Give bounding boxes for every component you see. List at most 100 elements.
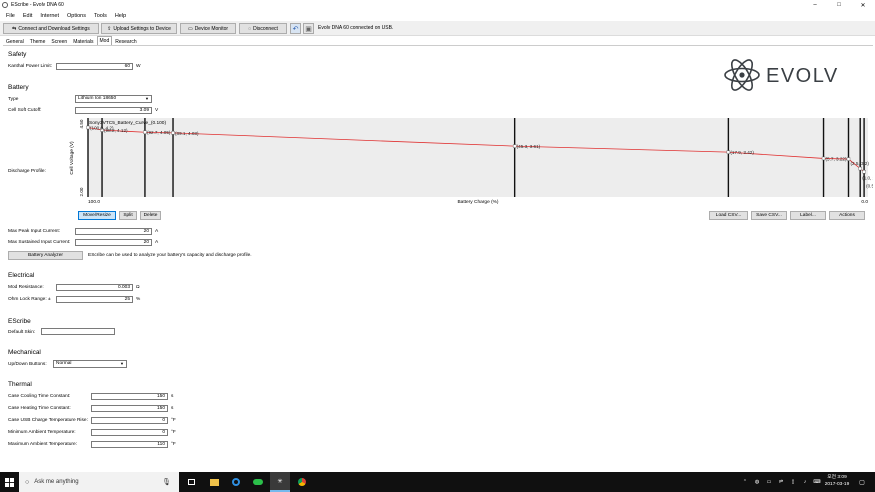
chart-point-label-7: (2.5, 3.2) [851, 161, 870, 166]
title-bar: EScribe - Evolv DNA 60 – □ ✕ [0, 0, 875, 10]
device-monitor-button[interactable]: ▭ Device Monitor [180, 23, 236, 34]
mod-resistance-unit: Ω [136, 285, 140, 290]
chart-point-label-5: (17.9, 3.42) [730, 150, 754, 155]
disconnect-button[interactable]: ◌ Disconnect [239, 23, 287, 34]
tab-mod[interactable]: Mod [96, 36, 113, 45]
file-explorer-icon[interactable] [204, 472, 224, 492]
kanthal-power-label: Kanthal Power Limit: [8, 64, 52, 69]
chart-y-axis-label: Cell Voltage (V) [69, 141, 75, 175]
tray-overflow-icon[interactable]: ⌃ [740, 472, 750, 492]
maximize-button[interactable]: □ [827, 0, 851, 10]
case-heating-input[interactable]: 150 [91, 405, 168, 412]
upload-settings-button[interactable]: ⇪ Upload Settings to Device [101, 23, 177, 34]
window-title: EScribe - Evolv DNA 60 [11, 2, 64, 8]
max-ambient-temp-label: Maximum Ambient Temperature: [8, 442, 77, 447]
mechanical-heading: Mechanical [8, 349, 41, 356]
connection-status: Evolv DNA 60 connected on USB. [318, 25, 394, 31]
default-skin-input[interactable] [41, 328, 115, 335]
save-csv-button[interactable]: Save CSV... [751, 211, 787, 220]
cloud-app-icon[interactable] [248, 472, 268, 492]
menu-bar: File Edit Internet Options Tools Help [0, 11, 128, 20]
chart-point-handle-9[interactable] [862, 170, 866, 174]
close-button[interactable]: ✕ [851, 0, 875, 10]
disconnect-icon: ◌ [248, 25, 252, 32]
max-ambient-temp-unit: °F [171, 442, 176, 447]
tray-date: 2017-03-19 [824, 482, 850, 487]
usb-charge-temp-input[interactable]: 0 [91, 417, 168, 424]
windows-logo-icon [5, 477, 14, 487]
chart-title: Sony3VTC5_Battery_Curve_(0.100) [89, 120, 166, 126]
battery-tray-icon[interactable]: ▭ [764, 472, 774, 492]
start-button[interactable] [0, 472, 19, 492]
battery-heading: Battery [8, 84, 29, 91]
case-cooling-unit: s [171, 394, 174, 399]
usb-charge-temp-label: Case USB Charge Temperature Rise: [8, 418, 88, 423]
tab-research[interactable]: Research [112, 37, 139, 45]
ohm-lock-range-label: Ohm Lock Range: ± [8, 297, 51, 302]
microphone-icon[interactable]: 🎙 [162, 478, 171, 486]
usb-tray-icon[interactable]: ⇌ [776, 472, 786, 492]
connect-download-button[interactable]: ⇆ Connect and Download Settings [3, 23, 99, 34]
mod-resistance-label: Mod Resistance: [8, 285, 44, 290]
max-ambient-temp-input[interactable]: 110 [91, 441, 168, 448]
escribe-taskbar-icon[interactable]: ✳ [270, 472, 290, 492]
battery-analyzer-button[interactable]: Battery Analyzer [8, 251, 83, 260]
max-peak-current-input[interactable]: 20 [75, 228, 152, 235]
tab-screen[interactable]: Screen [48, 37, 70, 45]
edge-browser-icon[interactable] [226, 472, 246, 492]
split-button[interactable]: Split [119, 211, 137, 220]
app-icon [2, 2, 8, 8]
network-icon[interactable]: ▯ [788, 472, 798, 492]
menu-edit[interactable]: Edit [23, 13, 32, 19]
discharge-profile-label: Discharge Profile: [8, 169, 46, 174]
tab-strip: General Theme Screen Materials Mod Resea… [3, 36, 140, 45]
load-csv-button[interactable]: Load CSV... [709, 211, 748, 220]
volume-icon[interactable]: ♪ [800, 472, 810, 492]
chart-point-label-4: (45.3, 3.61) [517, 144, 541, 149]
minimize-button[interactable]: – [803, 0, 827, 10]
tab-materials[interactable]: Materials [70, 37, 96, 45]
chart-point-label-3: (89.1, 4.03) [175, 131, 199, 136]
max-sustained-current-input[interactable]: 20 [75, 239, 152, 246]
actions-button[interactable]: Actions [829, 211, 865, 220]
mod-resistance-input[interactable]: 0.003 [56, 284, 133, 291]
kanthal-power-input[interactable]: 60 [56, 63, 133, 70]
chart-point-handle-8[interactable] [858, 166, 862, 171]
max-peak-current-label: Max Peak Input Current: [8, 229, 60, 234]
chrome-browser-icon[interactable] [292, 472, 312, 492]
tray-clock[interactable]: 오전 3:09 2017-03-19 [822, 474, 852, 488]
menu-file[interactable]: File [6, 13, 15, 19]
usb-charge-temp-unit: °F [171, 418, 176, 423]
up-down-buttons-select[interactable]: Normal ▼ [53, 360, 127, 368]
min-ambient-temp-input[interactable]: 0 [91, 429, 168, 436]
taskbar-search-placeholder: Ask me anything [34, 479, 79, 485]
ohm-lock-range-input[interactable]: 25 [56, 296, 133, 303]
battery-analyzer-description: EScribe can be used to analyze your batt… [88, 253, 252, 258]
notification-icon[interactable]: ▢ [855, 472, 869, 492]
discharge-profile-chart[interactable]: (100.0, 4.2)(98.2, 4.12) (92.7, 4.05) (89.… [43, 116, 873, 211]
menu-options[interactable]: Options [67, 13, 86, 19]
menu-internet[interactable]: Internet [40, 13, 59, 19]
tab-theme[interactable]: Theme [27, 37, 49, 45]
case-cooling-input[interactable]: 150 [91, 393, 168, 400]
min-ambient-temp-label: Minimum Ambient Temperature: [8, 430, 76, 435]
windows-taskbar: ○ Ask me anything 🎙 ✳ ⌃ ◍ ▭ ⇌ ▯ ♪ ⌨ 오전 3… [0, 472, 875, 492]
chart-point-label-6: (5.7, 3.22) [826, 156, 847, 161]
label-button[interactable]: Label... [790, 211, 826, 220]
move-resize-button[interactable]: Move/Resize [78, 211, 116, 220]
tray-app-icon[interactable]: ◍ [752, 472, 762, 492]
battery-type-select[interactable]: Lithium Ion 18650 ▼ [75, 95, 152, 103]
task-view-icon[interactable] [182, 472, 200, 492]
cell-soft-cutoff-input[interactable]: 3.09 [75, 107, 152, 114]
toolbar: ⇆ Connect and Download Settings ⇪ Upload… [0, 21, 875, 36]
undo-icon[interactable]: ↶ [290, 23, 301, 34]
chart-x-tick-start: 100.0 [88, 199, 100, 205]
delete-button[interactable]: Delete [140, 211, 161, 220]
taskbar-search-box[interactable]: ○ Ask me anything 🎙 [19, 472, 179, 492]
menu-tools[interactable]: Tools [94, 13, 107, 19]
chart-point-label-2: (92.7, 4.05) [147, 130, 171, 135]
usb-icon: ▣ [303, 23, 314, 34]
keyboard-icon[interactable]: ⌨ [812, 472, 822, 492]
tab-general[interactable]: General [3, 37, 27, 45]
menu-help[interactable]: Help [115, 13, 126, 19]
